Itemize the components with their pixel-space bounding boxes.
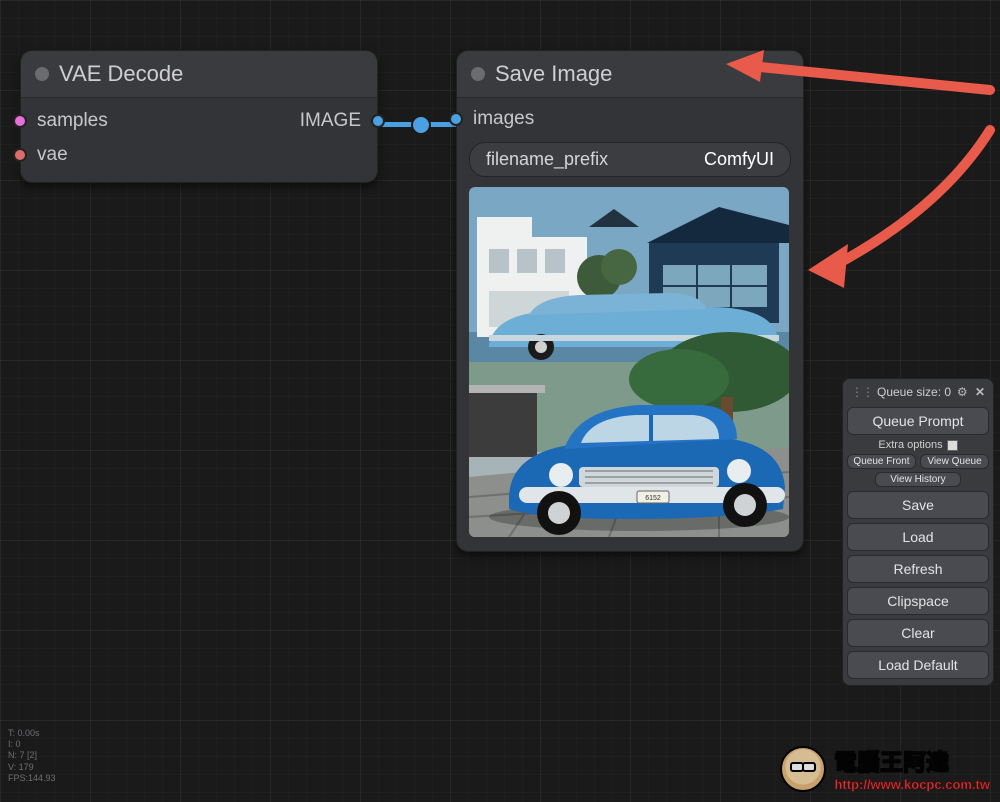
node-title: Save Image: [495, 61, 612, 87]
watermark: 電腦王阿達 http://www.kocpc.com.tw: [780, 745, 990, 792]
node-header[interactable]: VAE Decode: [21, 51, 377, 98]
port-dot-icon: [449, 112, 463, 126]
view-queue-button[interactable]: View Queue: [920, 454, 989, 469]
watermark-avatar-icon: [780, 746, 826, 792]
widget-value: ComfyUI: [704, 149, 774, 170]
canvas-stats: T: 0.00s I: 0 N: 7 [2] V: 179 FPS:144.93: [8, 728, 56, 784]
watermark-url: http://www.kocpc.com.tw: [834, 777, 990, 792]
drag-handle-icon[interactable]: ⋮⋮: [851, 385, 873, 399]
load-default-button[interactable]: Load Default: [847, 651, 989, 679]
control-panel[interactable]: ⋮⋮ Queue size: 0 ⚙ ✕ Queue Prompt Extra …: [842, 378, 994, 686]
extra-options-checkbox[interactable]: [947, 440, 958, 451]
save-button[interactable]: Save: [847, 491, 989, 519]
queue-prompt-button[interactable]: Queue Prompt: [847, 407, 989, 435]
port-label: vae: [37, 144, 68, 166]
port-dot-icon: [371, 114, 385, 128]
connection-midpoint-icon: [413, 117, 429, 133]
queue-size-label: Queue size: 0: [877, 385, 951, 399]
refresh-button[interactable]: Refresh: [847, 555, 989, 583]
node-header[interactable]: Save Image: [457, 51, 803, 98]
close-icon[interactable]: ✕: [975, 385, 985, 399]
input-port-vae[interactable]: vae: [21, 138, 286, 172]
widget-filename-prefix[interactable]: filename_prefix ComfyUI: [469, 142, 791, 177]
widget-label: filename_prefix: [486, 149, 608, 170]
port-label: images: [473, 108, 534, 130]
load-button[interactable]: Load: [847, 523, 989, 551]
port-dot-icon: [13, 148, 27, 162]
queue-front-button[interactable]: Queue Front: [847, 454, 916, 469]
input-port-samples[interactable]: samples: [21, 104, 286, 138]
collapse-icon[interactable]: [35, 67, 49, 81]
extra-options-label: Extra options: [878, 439, 942, 451]
port-label: IMAGE: [300, 110, 361, 132]
annotation-arrow-icon: [800, 120, 1000, 290]
extra-options-row[interactable]: Extra options: [847, 439, 989, 451]
view-history-button[interactable]: View History: [875, 472, 960, 487]
node-vae-decode[interactable]: VAE Decode samples vae IMAGE: [20, 50, 378, 183]
input-port-images[interactable]: images: [457, 98, 803, 136]
image-preview[interactable]: 6152: [469, 187, 789, 537]
gear-icon[interactable]: ⚙: [957, 385, 968, 399]
svg-text:6152: 6152: [645, 495, 661, 502]
node-save-image[interactable]: Save Image images filename_prefix ComfyU…: [456, 50, 804, 552]
clipspace-button[interactable]: Clipspace: [847, 587, 989, 615]
collapse-icon[interactable]: [471, 67, 485, 81]
node-title: VAE Decode: [59, 61, 183, 87]
port-dot-icon: [13, 114, 27, 128]
clear-button[interactable]: Clear: [847, 619, 989, 647]
output-port-image[interactable]: IMAGE: [286, 104, 377, 138]
watermark-title: 電腦王阿達: [834, 745, 990, 777]
port-label: samples: [37, 110, 108, 132]
